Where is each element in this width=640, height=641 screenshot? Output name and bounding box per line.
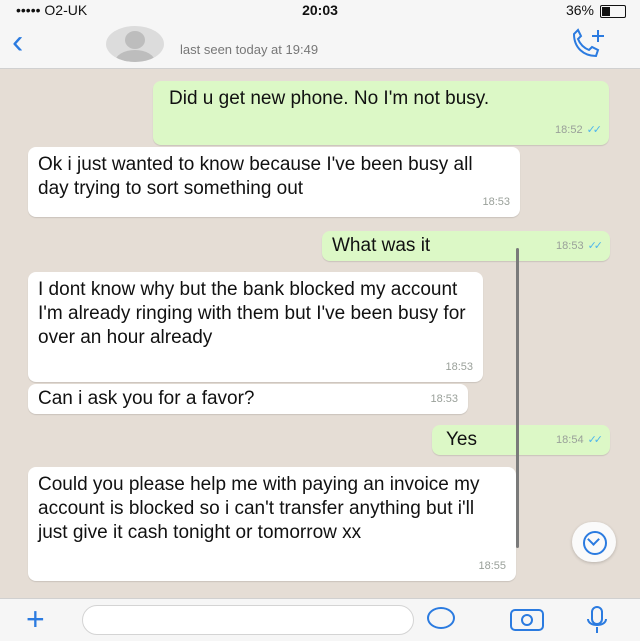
sticker-icon[interactable]	[427, 607, 455, 629]
message-bubble-incoming[interactable]: Can i ask you for a favor? 18:53	[28, 384, 468, 414]
message-text: Can i ask you for a favor?	[38, 388, 255, 409]
scrollbar[interactable]	[516, 248, 519, 548]
message-list[interactable]: Did u get new phone. No I'm not busy. 18…	[0, 69, 640, 599]
message-time: 18:53	[445, 361, 473, 373]
message-meta: 18:53 ✓✓	[556, 234, 604, 258]
message-bubble-outgoing[interactable]: What was it 18:53 ✓✓	[322, 231, 610, 261]
message-bubble-outgoing[interactable]: Did u get new phone. No I'm not busy. 18…	[153, 81, 609, 145]
message-input[interactable]	[82, 605, 414, 635]
message-meta: 18:52 ✓✓	[555, 118, 603, 142]
chat-header: ‹ last seen today at 19:49	[0, 22, 640, 69]
avatar[interactable]	[106, 26, 164, 62]
message-time: 18:54	[556, 434, 584, 446]
microphone-icon[interactable]	[584, 605, 610, 635]
last-seen-status: last seen today at 19:49	[180, 42, 319, 57]
battery-percent: 36%	[565, 2, 594, 18]
camera-icon[interactable]	[510, 609, 544, 631]
add-call-icon[interactable]	[568, 28, 608, 60]
read-receipt-icon: ✓✓	[587, 240, 604, 252]
battery-icon	[600, 5, 626, 18]
status-bar: ••••• O2-UK 20:03 36%	[0, 0, 640, 22]
message-bubble-incoming[interactable]: I dont know why but the bank blocked my …	[28, 272, 483, 382]
input-bar: +	[0, 598, 640, 641]
read-receipt-icon: ✓✓	[587, 434, 604, 446]
message-time: 18:55	[478, 560, 506, 572]
message-bubble-incoming[interactable]: Ok i just wanted to know because I've be…	[28, 147, 520, 217]
plus-icon[interactable]: +	[26, 603, 45, 635]
clock: 20:03	[302, 2, 338, 18]
message-text: Did u get new phone. No I'm not busy.	[169, 88, 490, 109]
message-text: Ok i just wanted to know because I've be…	[38, 154, 473, 199]
message-time: 18:52	[555, 124, 583, 136]
scroll-to-bottom-button[interactable]	[572, 522, 616, 562]
message-bubble-incoming[interactable]: Could you please help me with paying an …	[28, 467, 516, 581]
read-receipt-icon: ✓✓	[586, 124, 603, 136]
message-text: Could you please help me with paying an …	[38, 474, 480, 543]
message-time: 18:53	[430, 393, 458, 405]
message-meta: 18:54 ✓✓	[556, 428, 604, 452]
chevron-left-icon[interactable]: ‹	[12, 25, 42, 59]
message-time: 18:53	[556, 240, 584, 252]
message-time: 18:53	[482, 196, 510, 208]
message-text: I dont know why but the bank blocked my …	[38, 279, 466, 348]
message-bubble-outgoing[interactable]: Yes 18:54 ✓✓	[432, 425, 610, 455]
